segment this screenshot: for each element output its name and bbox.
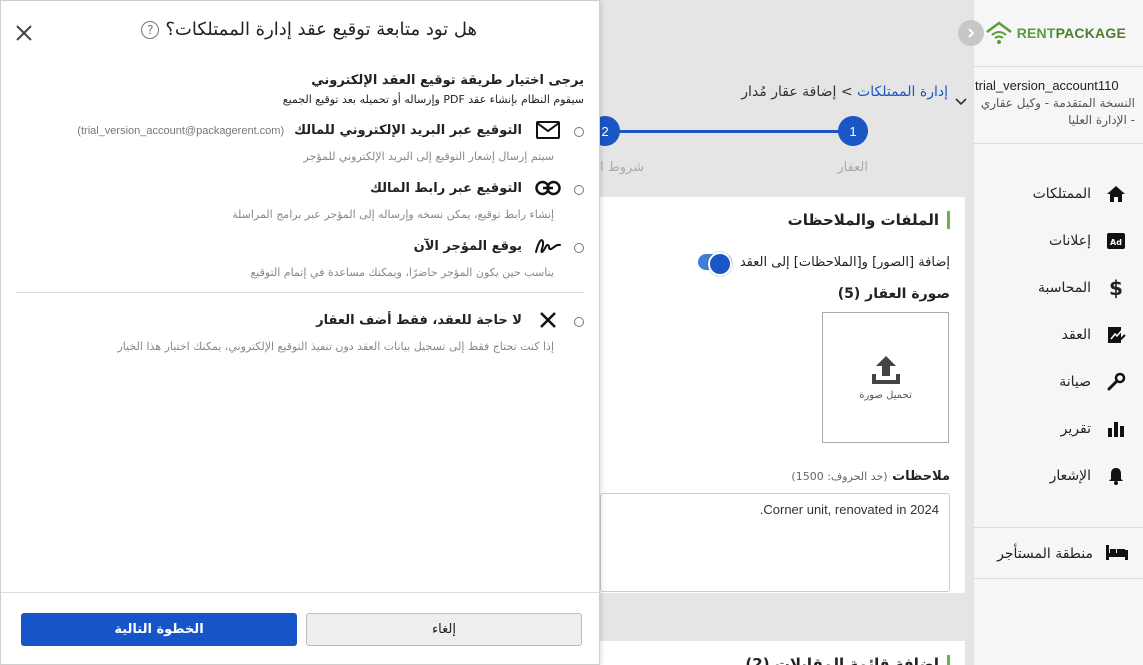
ad-icon: Ad <box>1105 230 1127 252</box>
sidebar-item-label: منطقة المستأجر <box>997 546 1093 562</box>
sidebar-item-label: تقرير <box>1060 420 1091 437</box>
dollar-icon: $ <box>1109 275 1123 300</box>
sidebar-item-properties[interactable]: الممتلكات <box>973 170 1143 217</box>
breadcrumb: إدارة الممتلكات > إضافة عقار مُدار <box>741 84 948 100</box>
link-icon <box>534 177 562 199</box>
option-label: لا حاجة للعقد، فقط أضف العقار <box>316 313 522 328</box>
files-notes-card: الملفات والملاحظات إضافة [الصور] و[الملا… <box>600 197 965 593</box>
sidebar-item-label: العقد <box>1061 326 1091 343</box>
option-label: يوقع المؤجر الآن <box>413 239 522 254</box>
sidebar-item-label: إعلانات <box>1049 232 1091 249</box>
option-description: سيتم إرسال إشعار التوقيع إلى البريد الإل… <box>303 150 554 163</box>
sidebar-item-label: الإشعار <box>1049 467 1091 484</box>
account-name: trial_version_account110 <box>975 78 1119 93</box>
modal-footer-divider <box>1 592 599 593</box>
sidebar-item-label: المحاسبة <box>1037 279 1091 296</box>
bed-icon <box>1105 543 1129 565</box>
prompt-subtitle: سيقوم النظام بإنشاء عقد PDF وإرساله أو ت… <box>282 93 584 106</box>
sidebar-item-label: الممتلكات <box>1032 185 1091 202</box>
options-divider <box>16 292 584 293</box>
notes-char-limit: (حد الحروف: 1500) <box>791 470 888 483</box>
option-description: إذا كنت تحتاج فقط إلى تسجيل بيانات العقد… <box>117 340 554 353</box>
brand-wordmark: RENTPACKAGE <box>1016 25 1126 41</box>
option-label: التوقيع عبر البريد الإلكتروني للمالك <box>294 123 522 138</box>
sidebar-item-ads[interactable]: Ad إعلانات <box>973 217 1143 264</box>
sidebar-item-report[interactable]: تقرير <box>973 405 1143 452</box>
home-icon <box>1105 183 1127 205</box>
bar-chart-icon <box>1105 418 1127 440</box>
chevron-down-icon[interactable] <box>955 96 967 110</box>
brand-logo[interactable]: RENTPACKAGE <box>985 20 1126 46</box>
sidebar-item-contract[interactable]: العقد <box>973 311 1143 358</box>
sidebar-item-accounting[interactable]: $ المحاسبة <box>973 264 1143 311</box>
option-description: يناسب حين يكون المؤجر حاضرًا، ويمكنك مسا… <box>250 266 554 279</box>
card-title: إضافة قائمة المقابلات (2) <box>745 655 950 665</box>
option-label: التوقيع عبر رابط المالك <box>369 181 522 196</box>
main-content: إدارة الممتلكات > إضافة عقار مُدار 1 الع… <box>590 0 973 665</box>
breadcrumb-root-link[interactable]: إدارة الممتلكات <box>857 84 948 100</box>
close-button[interactable] <box>13 22 35 44</box>
sidebar: RENTPACKAGE trial_version_account110 الن… <box>958 0 1143 665</box>
sign-contract-modal: هل تود متابعة توقيع عقد إدارة الممتلكات؟… <box>0 0 600 665</box>
signing-method-prompt: يرجى اختيار طريقة توقيع العقد الإلكتروني… <box>283 73 584 106</box>
sidebar-divider <box>973 143 1143 144</box>
interviews-card: إضافة قائمة المقابلات (2) <box>600 641 965 665</box>
sidebar-divider <box>973 578 1143 579</box>
cancel-button[interactable]: إلغاء <box>306 613 582 646</box>
envelope-icon <box>534 119 562 141</box>
toggle-label: إضافة [الصور] و[الملاحظات] إلى العقد <box>739 254 950 270</box>
sidebar-item-maintenance[interactable]: صيانة <box>973 358 1143 405</box>
notes-label: ملاحظات (حد الحروف: 1500) <box>791 469 950 484</box>
sidebar-item-label: صيانة <box>1059 373 1091 390</box>
sidebar-item-notifications[interactable]: الإشعار <box>973 452 1143 499</box>
signature-icon <box>534 235 562 257</box>
card-title: الملفات والملاحظات <box>788 211 950 229</box>
contract-icon <box>1105 324 1127 346</box>
wifi-house-icon <box>985 21 1012 44</box>
account-role: النسخة المتقدمة - وكيل عقاري - الإدارة ا… <box>980 96 1135 127</box>
breadcrumb-separator: > <box>840 84 853 100</box>
owner-email: (trial_version_account@packagerent.com) <box>77 124 285 137</box>
attach-media-toggle[interactable] <box>697 252 732 276</box>
upload-photo-label: تحميل صورة <box>859 390 912 401</box>
sidebar-item-tenant-area[interactable]: منطقة المستأجر <box>973 530 1143 578</box>
next-step-button[interactable]: الخطوة التالية <box>21 613 297 646</box>
modal-title: هل تود متابعة توقيع عقد إدارة الممتلكات؟… <box>141 19 477 40</box>
sidebar-divider <box>973 527 1143 528</box>
sidebar-nav: الممتلكات Ad إعلانات $ المحاسبة العقد صي… <box>973 170 1143 499</box>
sidebar-divider <box>973 66 1143 67</box>
radio-button[interactable] <box>574 185 584 195</box>
prompt-title: يرجى اختيار طريقة توقيع العقد الإلكتروني <box>311 73 584 88</box>
radio-button[interactable] <box>574 317 584 327</box>
step-2-label: شروط ا <box>600 160 645 175</box>
attach-media-toggle-row: إضافة [الصور] و[الملاحظات] إلى العقد <box>697 252 950 276</box>
step-1-label: العقار <box>837 160 868 175</box>
account-info[interactable]: trial_version_account110 النسخة المتقدمة… <box>975 78 1135 129</box>
property-photos-label: صورة العقار (5) <box>837 286 950 302</box>
x-icon <box>534 309 562 331</box>
notes-textarea[interactable]: Corner unit, renovated in 2024. <box>600 493 950 592</box>
radio-button[interactable] <box>574 243 584 253</box>
wrench-icon <box>1105 371 1127 393</box>
step-1-circle[interactable]: 1 <box>838 116 868 146</box>
bell-icon <box>1105 465 1127 487</box>
close-icon <box>16 25 32 41</box>
option-description: إنشاء رابط توقيع، يمكن نسخه وإرساله إلى … <box>232 208 554 221</box>
upload-icon <box>871 356 900 384</box>
help-icon[interactable]: ? <box>141 20 160 39</box>
upload-photo-button[interactable]: تحميل صورة <box>822 312 949 443</box>
stepper-progress-line <box>600 130 868 133</box>
svg-text:Ad: Ad <box>1110 238 1122 247</box>
radio-button[interactable] <box>574 127 584 137</box>
breadcrumb-current: إضافة عقار مُدار <box>741 84 837 100</box>
